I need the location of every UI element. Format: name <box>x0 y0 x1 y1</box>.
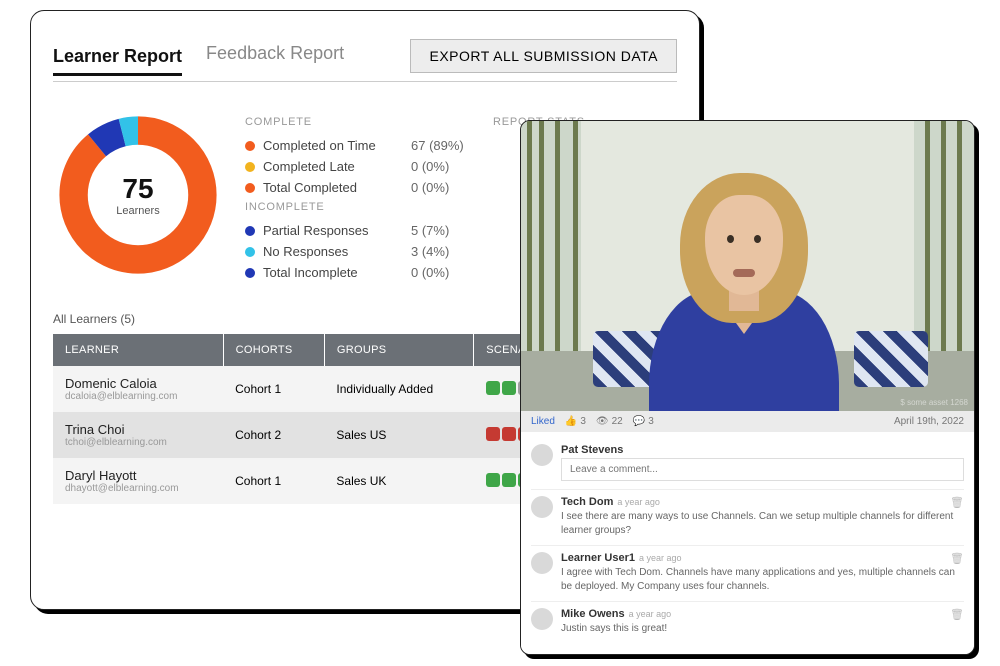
dot-totali-icon <box>245 268 255 278</box>
avatar <box>531 552 553 574</box>
reaction-bar: Liked 👍3 👁22 💬3 April 19th, 2022 <box>521 411 974 432</box>
dot-partial-icon <box>245 226 255 236</box>
comment-item: Learner User1a year ago I agree with Tech… <box>531 546 964 602</box>
report-tabs: Learner Report Feedback Report EXPORT AL… <box>53 39 677 82</box>
completion-square-icon <box>486 473 500 487</box>
comment-author: Learner User1a year ago <box>561 552 964 564</box>
stat-late-label: Completed Late <box>263 159 403 174</box>
th-cohorts[interactable]: COHORTS <box>223 334 324 366</box>
completion-square-icon <box>502 381 516 395</box>
comment-text: I see there are many ways to use Channel… <box>561 510 964 537</box>
like-count[interactable]: 👍3 <box>565 416 586 427</box>
learner-group: Sales US <box>324 412 473 458</box>
stat-partial-label: Partial Responses <box>263 223 403 238</box>
donut-total: 75 <box>122 173 153 205</box>
stat-totalc-label: Total Completed <box>263 180 403 195</box>
dot-ontime-icon <box>245 141 255 151</box>
stat-ontime-label: Completed on Time <box>263 138 403 153</box>
completion-square-icon <box>486 427 500 441</box>
learner-email: tchoi@elblearning.com <box>65 437 211 448</box>
incomplete-header: INCOMPLETE <box>245 201 471 213</box>
thumb-up-icon: 👍 <box>565 416 577 427</box>
comment-item: Tech Doma year ago I see there are many w… <box>531 490 964 546</box>
learner-cohort: Cohort 1 <box>223 458 324 504</box>
completion-square-icon <box>502 473 516 487</box>
comment-age: a year ago <box>629 609 672 619</box>
video-comments-panel: $ some asset 1268 Liked 👍3 👁22 💬3 April … <box>520 120 975 655</box>
trash-icon[interactable]: 🗑 <box>950 496 964 509</box>
comment-count[interactable]: 💬3 <box>633 416 654 427</box>
stat-late-value: 0 (0%) <box>411 159 471 174</box>
learner-cohort: Cohort 1 <box>223 366 324 412</box>
video-date: April 19th, 2022 <box>894 416 964 427</box>
learner-email: dcaloia@elblearning.com <box>65 391 211 402</box>
learner-name: Daryl Hayott <box>65 468 211 483</box>
stat-ontime-value: 67 (89%) <box>411 138 471 153</box>
new-comment-row: Pat Stevens <box>531 438 964 490</box>
avatar <box>531 608 553 630</box>
comment-item: Mike Owensa year ago Justin says this is … <box>531 602 964 644</box>
export-submission-button[interactable]: EXPORT ALL SUBMISSION DATA <box>410 39 677 73</box>
trash-icon[interactable]: 🗑 <box>950 552 964 565</box>
learner-name: Domenic Caloia <box>65 376 211 391</box>
comment-text: I agree with Tech Dom. Channels have man… <box>561 566 964 593</box>
avatar <box>531 496 553 518</box>
learner-group: Individually Added <box>324 366 473 412</box>
th-learner[interactable]: LEARNER <box>53 334 223 366</box>
comment-text: Justin says this is great! <box>561 622 964 636</box>
eye-icon: 👁 <box>596 416 609 427</box>
learner-group: Sales UK <box>324 458 473 504</box>
presenter-image <box>644 161 844 411</box>
learner-name: Trina Choi <box>65 422 211 437</box>
learner-email: dhayott@elblearning.com <box>65 483 211 494</box>
dot-late-icon <box>245 162 255 172</box>
liked-toggle[interactable]: Liked <box>531 416 555 427</box>
comment-author: Tech Doma year ago <box>561 496 964 508</box>
stat-totalc-value: 0 (0%) <box>411 180 471 195</box>
comment-age: a year ago <box>617 497 660 507</box>
stat-totali-value: 0 (0%) <box>411 265 471 280</box>
dot-nores-icon <box>245 247 255 257</box>
stat-partial-value: 5 (7%) <box>411 223 471 238</box>
trash-icon[interactable]: 🗑 <box>950 608 964 621</box>
comment-input[interactable] <box>561 458 964 481</box>
video-watermark: $ some asset 1268 <box>900 398 968 407</box>
completion-square-icon <box>502 427 516 441</box>
learners-donut-chart: 75 Learners <box>53 110 223 280</box>
comment-age: a year ago <box>639 553 682 563</box>
th-groups[interactable]: GROUPS <box>324 334 473 366</box>
comment-icon: 💬 <box>633 416 645 427</box>
stat-nores-label: No Responses <box>263 244 403 259</box>
view-count: 👁22 <box>596 416 623 427</box>
learner-cohort: Cohort 2 <box>223 412 324 458</box>
stat-totali-label: Total Incomplete <box>263 265 403 280</box>
stat-nores-value: 3 (4%) <box>411 244 471 259</box>
dot-totalc-icon <box>245 183 255 193</box>
tab-feedback-report[interactable]: Feedback Report <box>206 43 344 70</box>
video-player[interactable]: $ some asset 1268 <box>521 121 974 411</box>
complete-header: COMPLETE <box>245 116 471 128</box>
donut-label: Learners <box>116 205 159 217</box>
comment-author: Mike Owensa year ago <box>561 608 964 620</box>
completion-legend: COMPLETE Completed on Time 67 (89%) Compl… <box>245 110 471 286</box>
current-user-name: Pat Stevens <box>561 444 964 456</box>
tab-learner-report[interactable]: Learner Report <box>53 46 182 76</box>
completion-square-icon <box>486 381 500 395</box>
comments-section: Pat Stevens Tech Doma year ago I see ther… <box>521 432 974 654</box>
avatar <box>531 444 553 466</box>
